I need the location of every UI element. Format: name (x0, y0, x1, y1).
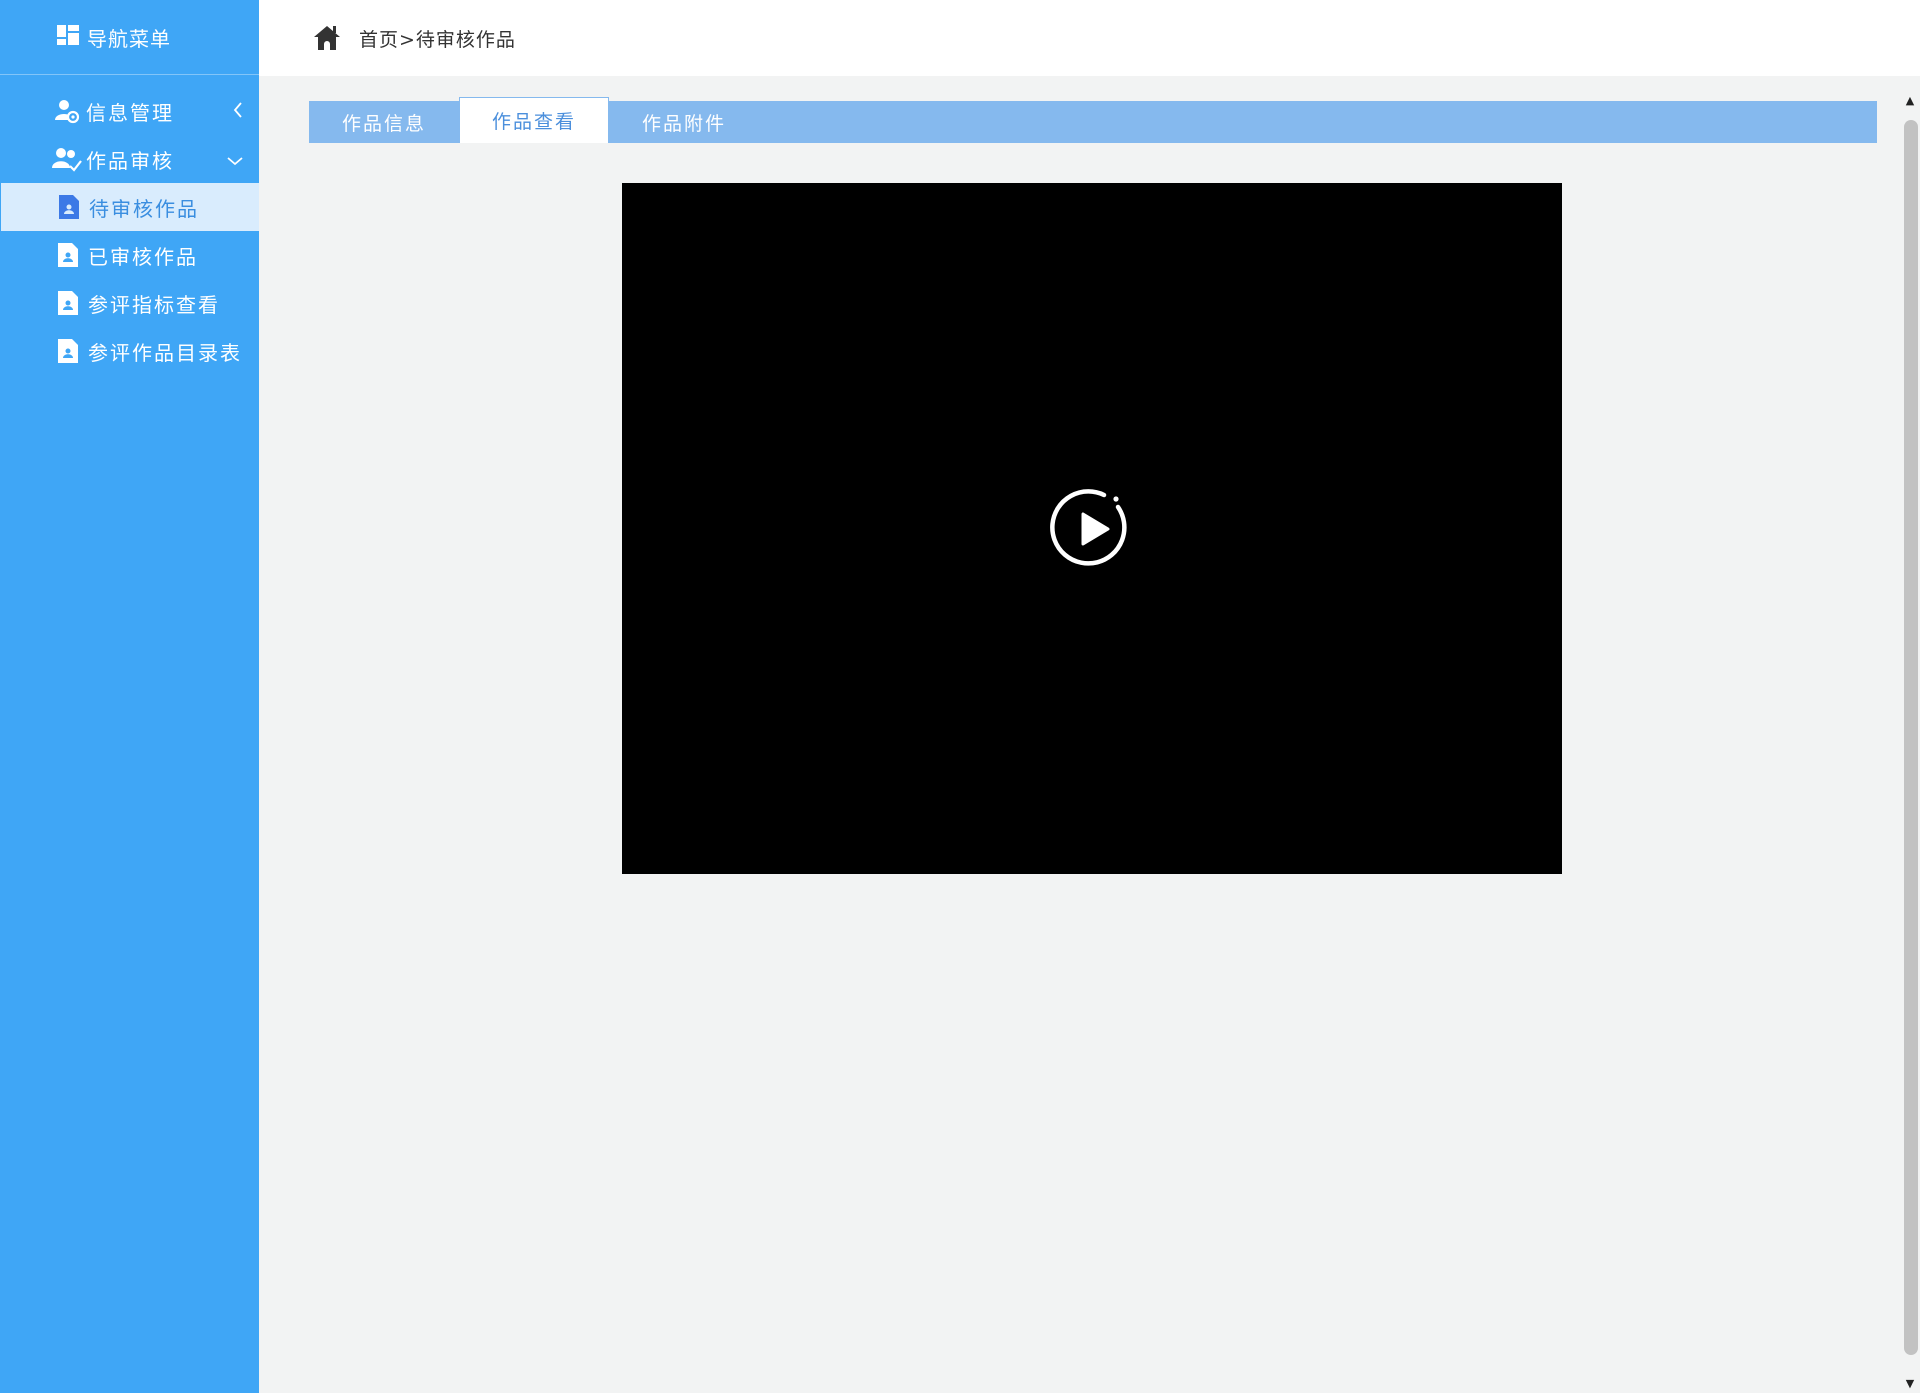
tab-bar: 作品信息 作品查看 作品附件 (309, 97, 1877, 143)
nav-group-work-review[interactable]: 作品审核 (0, 135, 259, 183)
nav-group-label: 作品审核 (86, 148, 174, 173)
nav-group-label: 信息管理 (86, 100, 174, 125)
home-icon[interactable] (313, 24, 341, 52)
tab-work-view[interactable]: 作品查看 (459, 97, 609, 143)
sidebar-item-label: 参评作品目录表 (88, 340, 242, 365)
sidebar-header: 导航菜单 (0, 0, 259, 75)
document-user-icon (56, 338, 80, 364)
sidebar-title: 导航菜单 (87, 26, 171, 51)
scroll-down-arrow-icon[interactable]: ▼ (1900, 1373, 1920, 1393)
sidebar-item-works-catalog[interactable]: 参评作品目录表 (0, 327, 259, 375)
user-check-icon (52, 144, 82, 174)
scroll-up-arrow-icon[interactable]: ▲ (1900, 90, 1920, 110)
play-circle-icon[interactable] (1050, 487, 1134, 571)
breadcrumb: 首页>待审核作品 (359, 28, 516, 51)
main-content: 作品信息 作品查看 作品附件 (259, 76, 1900, 1393)
tab-work-attachments[interactable]: 作品附件 (609, 101, 759, 143)
top-bar: 首页>待审核作品 (259, 0, 1920, 76)
video-player[interactable] (622, 183, 1562, 874)
user-gear-icon (52, 96, 82, 126)
document-user-icon (56, 242, 80, 268)
sidebar-item-pending-works[interactable]: 待审核作品 (1, 183, 262, 231)
sidebar-item-reviewed-works[interactable]: 已审核作品 (0, 231, 259, 279)
sidebar-item-evaluation-criteria[interactable]: 参评指标查看 (0, 279, 259, 327)
scrollbar-thumb[interactable] (1904, 120, 1918, 1355)
document-user-icon (57, 194, 81, 220)
document-user-icon (56, 290, 80, 316)
dashboard-icon (57, 24, 79, 50)
nav-group-info-management[interactable]: 信息管理 (0, 87, 259, 135)
tab-work-info[interactable]: 作品信息 (309, 101, 459, 143)
vertical-scrollbar[interactable]: ▲ ▼ (1900, 76, 1920, 1393)
sidebar-item-label: 已审核作品 (88, 244, 198, 269)
sidebar-item-label: 待审核作品 (89, 196, 199, 221)
sidebar: 导航菜单 信息管理 作品审核 待审核作品 已审核作品 参评指标查看 参评作品目录… (0, 0, 262, 1393)
sidebar-item-label: 参评指标查看 (88, 292, 220, 317)
chevron-down-icon[interactable] (227, 147, 243, 171)
chevron-left-icon[interactable] (233, 99, 243, 123)
